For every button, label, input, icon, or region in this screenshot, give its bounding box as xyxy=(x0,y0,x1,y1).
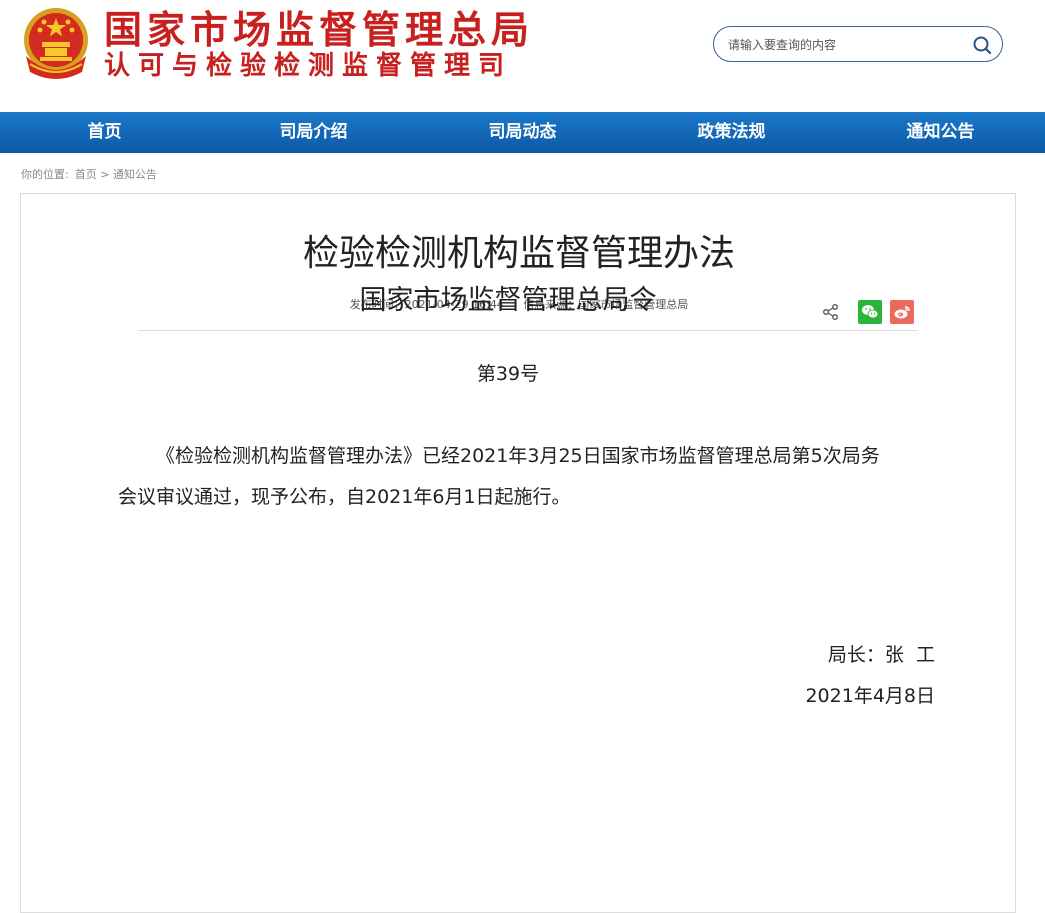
nav-item-notices[interactable]: 通知公告 xyxy=(836,112,1045,153)
site-title: 国家市场监督管理总局 xyxy=(104,7,535,52)
breadcrumb: 你的位置: 首页 > 通知公告 xyxy=(21,166,157,182)
nav-item-home[interactable]: 首页 xyxy=(0,112,209,153)
nav-item-policy[interactable]: 政策法规 xyxy=(627,112,836,153)
search-icon[interactable] xyxy=(972,35,992,55)
search-input[interactable] xyxy=(726,35,970,55)
breadcrumb-current[interactable]: 通知公告 xyxy=(113,168,157,181)
article-title: 检验检测机构监督管理办法 xyxy=(302,233,735,274)
site-header: 国家市场监督管理总局 认可与检验检测监督管理司 xyxy=(0,0,1045,112)
signature-text: 局长：张 工 xyxy=(827,644,935,666)
search-box xyxy=(713,26,1003,62)
main-nav: 首页 司局介绍 司局动态 政策法规 通知公告 xyxy=(0,112,1045,153)
signature-date: 2021年4月8日 xyxy=(805,685,935,707)
divider xyxy=(138,330,918,331)
site-subtitle: 认可与检验检测监督管理司 xyxy=(104,51,513,81)
breadcrumb-prefix: 你的位置: xyxy=(21,168,69,181)
nav-item-about[interactable]: 司局介绍 xyxy=(209,112,418,153)
breadcrumb-home[interactable]: 首页 > xyxy=(75,168,110,181)
order-title: 国家市场监督管理总局令 xyxy=(359,285,657,316)
order-number: 第39号 xyxy=(476,363,540,385)
signature: 局长：张 工 xyxy=(828,640,935,667)
nav-item-news[interactable]: 司局动态 xyxy=(418,112,627,153)
national-emblem-icon[interactable] xyxy=(20,6,92,80)
article-paragraph: 《检验检测机构监督管理办法》已经2021年3月25日国家市场监督管理总局第5次局… xyxy=(118,445,880,508)
